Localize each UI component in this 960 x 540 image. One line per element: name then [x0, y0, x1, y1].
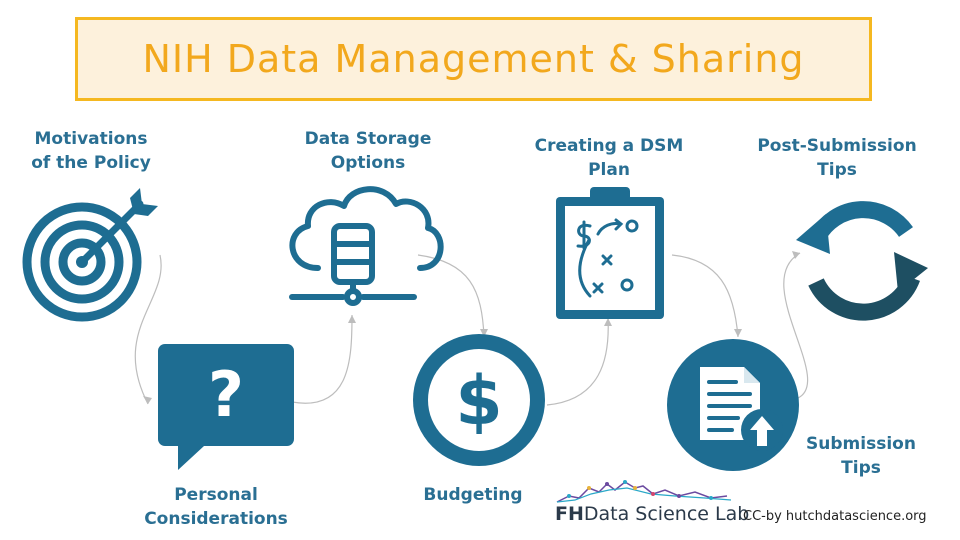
clipboard-plan-icon — [556, 187, 664, 319]
cloud-database-icon — [289, 186, 444, 306]
refresh-cycle-icon — [796, 201, 928, 321]
target-icon — [22, 188, 158, 322]
label-personal: Personal Considerations — [140, 483, 292, 531]
svg-text:$: $ — [455, 362, 502, 441]
label-storage: Data Storage Options — [295, 127, 441, 175]
logo-bold: FH — [555, 503, 584, 525]
connector-5 — [671, 254, 739, 338]
label-dsm-plan-line1: Creating a DSM — [534, 136, 684, 156]
label-post-submission-line2: Tips — [817, 160, 857, 180]
label-personal-line2: Considerations — [144, 509, 288, 529]
label-motivations: Motivations of the Policy — [22, 127, 160, 175]
label-dsm-plan: Creating a DSM Plan — [526, 134, 692, 182]
dollar-icon: $ — [413, 334, 545, 466]
label-submission-line2: Tips — [841, 458, 881, 478]
label-dsm-plan-line2: Plan — [588, 160, 630, 180]
label-personal-line1: Personal — [174, 485, 258, 505]
question-bubble-icon: ? — [158, 344, 294, 470]
connector-4 — [546, 317, 609, 406]
svg-text:?: ? — [208, 358, 244, 431]
credit-text: CC-by hutchdatascience.org — [743, 509, 927, 524]
logo-rest: Data Science Lab — [583, 503, 750, 525]
label-submission-line1: Submission — [806, 434, 916, 454]
label-storage-line1: Data Storage — [304, 129, 432, 149]
connector-2 — [291, 314, 353, 404]
fh-logo-text: FHData Science Lab — [555, 503, 749, 525]
label-motivations-line2: of the Policy — [31, 153, 151, 173]
label-budgeting: Budgeting — [408, 483, 538, 507]
label-post-submission: Post-Submission Tips — [752, 134, 922, 182]
document-upload-icon — [667, 339, 799, 471]
label-storage-line2: Options — [330, 153, 406, 173]
label-motivations-line1: Motivations — [34, 129, 148, 149]
label-budgeting-line1: Budgeting — [423, 485, 523, 505]
label-submission: Submission Tips — [798, 432, 924, 480]
label-post-submission-line1: Post-Submission — [757, 136, 917, 156]
